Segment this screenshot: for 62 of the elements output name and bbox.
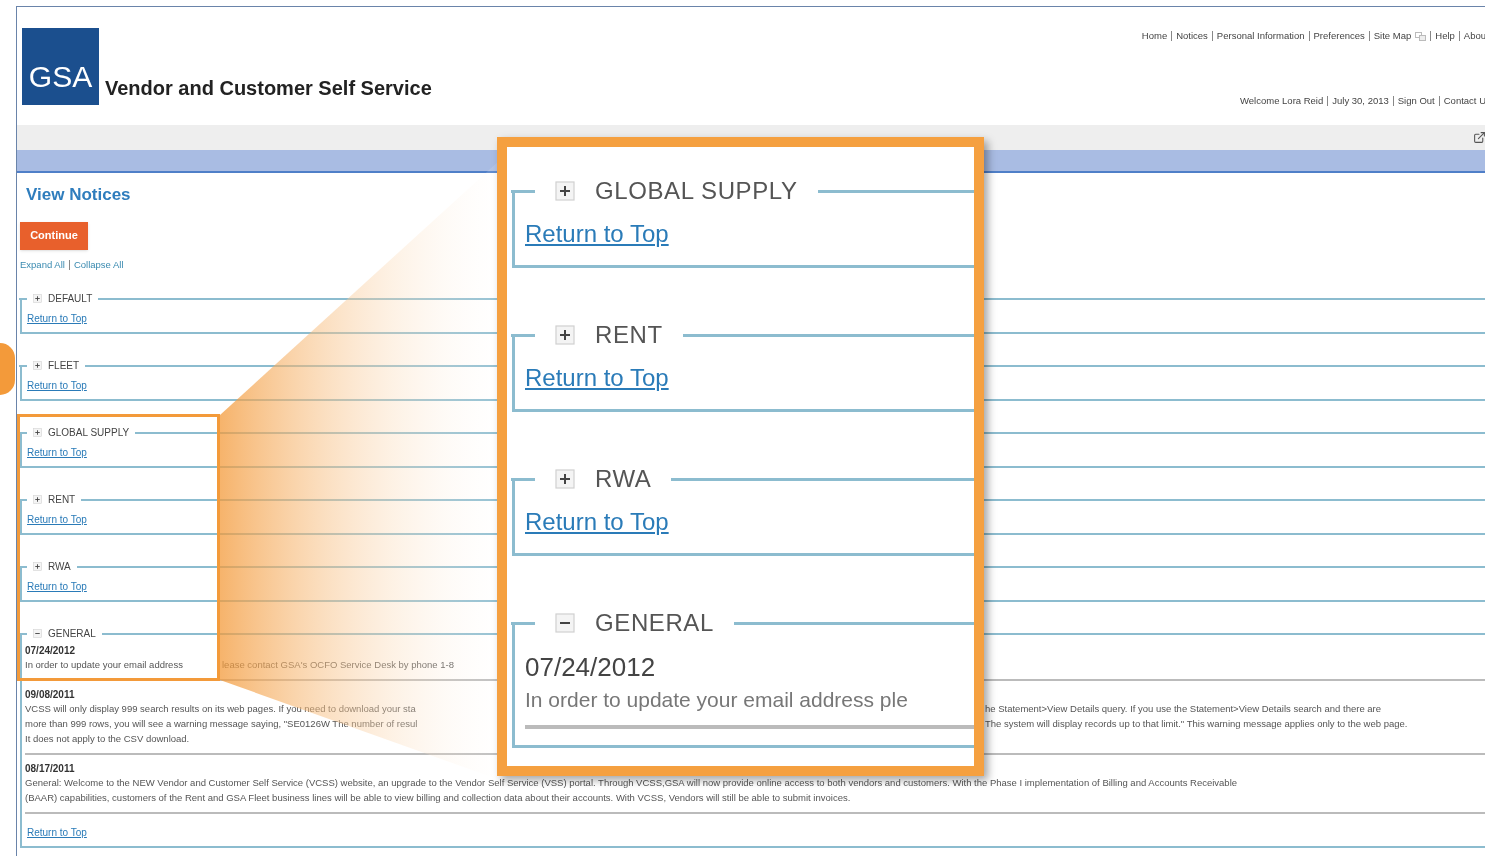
section-title: DEFAULT <box>48 292 93 307</box>
section-title: RWA <box>595 464 652 494</box>
logo: GSA <box>22 28 99 105</box>
notice-text: It does not apply to the CSV download. <box>25 732 190 747</box>
notice-date: 08/17/2011 <box>25 762 75 777</box>
return-to-top-link[interactable]: Return to Top <box>25 446 87 458</box>
return-to-top-link[interactable]: Return to Top <box>525 508 669 535</box>
section-title: FLEET <box>48 359 80 374</box>
plus-icon[interactable] <box>33 428 42 438</box>
header-text: July 30, 2013 <box>1332 94 1389 109</box>
nav-link[interactable]: Notices <box>1176 29 1208 44</box>
return-to-top-link[interactable]: Return to Top <box>25 513 87 525</box>
section-title: GENERAL <box>595 608 714 638</box>
sitemap-icon <box>1415 31 1427 41</box>
toggle-link[interactable]: Collapse All <box>73 257 124 272</box>
return-to-top-link[interactable]: Return to Top <box>525 364 669 391</box>
nav-link[interactable]: Help <box>1435 29 1455 44</box>
notice-text: more than 999 rows, you will see a warning message saying, "SE0126W The number of resul <box>25 718 418 730</box>
notice-text: In order to update your email address <box>25 659 183 671</box>
section-title: RWA <box>48 560 71 575</box>
section-title: GENERAL <box>48 627 96 642</box>
return-to-top-link[interactable]: Return to Top <box>25 826 87 838</box>
plus-icon[interactable] <box>33 562 42 572</box>
notice-text: he Statement>View Details query. If you use the Statement>View Details search and there are <box>985 703 1382 715</box>
plus-icon[interactable] <box>33 361 42 371</box>
notice-text: General: Welcome to the NEW Vendor and Customer Self Service (VCSS) website, an upgrade to the Vendor Self Service (VSS) portal. Through VCSS,GSA will now provide online access to both vendors and customers. With the Phase I implementation of Billing and Accounts Receivable <box>25 776 1238 791</box>
nav-link[interactable]: Site Map <box>1373 29 1412 44</box>
plus-icon[interactable] <box>33 294 42 304</box>
plus-icon[interactable] <box>555 181 575 201</box>
plus-icon[interactable] <box>555 325 575 345</box>
notice-date: 09/08/2011 <box>25 688 75 703</box>
return-to-top-link[interactable]: Return to Top <box>25 379 87 391</box>
page-title: View Notices <box>26 185 131 204</box>
section-title: GLOBAL SUPPLY <box>48 426 130 441</box>
section-title: RENT <box>595 320 663 350</box>
header-link[interactable]: Sign Out <box>1397 94 1435 109</box>
site-title: Vendor and Customer Self Service <box>105 76 432 101</box>
return-to-top-link[interactable]: Return to Top <box>25 580 87 592</box>
header-text: Welcome Lora Reid <box>1240 94 1324 109</box>
toggle-link[interactable]: Expand All <box>20 257 65 272</box>
notice-text: The system will display records up to that limit." This warning message applies only to the web page. <box>985 718 1408 730</box>
nav-link[interactable]: Personal Information <box>1216 29 1305 44</box>
continue-button[interactable]: Continue <box>20 221 88 250</box>
notice-text: VCSS will only display 999 search results on its web pages. If you need to download your sta <box>25 703 416 715</box>
header-link[interactable]: Contact U <box>1443 94 1485 109</box>
nav-link[interactable]: Abou <box>1463 29 1485 44</box>
minus-icon[interactable] <box>33 629 42 639</box>
section-title: GLOBAL SUPPLY <box>595 176 798 206</box>
return-to-top-link[interactable]: Return to Top <box>525 220 669 247</box>
section-title: RENT <box>48 493 76 508</box>
popout-icon[interactable] <box>1473 131 1485 144</box>
nav-link[interactable]: Home <box>1141 29 1168 44</box>
notice-text: (BAAR) capabilities, customers of the Rent and GSA Fleet business lines will be able to view billing and collection data about their accounts. With VCSS, Vendors will still be able to submit invoices. <box>25 791 851 806</box>
notice-date: 07/24/2012 <box>25 644 76 659</box>
callout-marker <box>0 343 15 395</box>
notice-text: In order to update your email address ple <box>525 687 909 713</box>
return-to-top-link[interactable]: Return to Top <box>25 312 87 324</box>
minus-icon[interactable] <box>555 613 575 633</box>
nav-link[interactable]: Preferences <box>1313 29 1365 44</box>
notice-date: 07/24/2012 <box>525 651 657 683</box>
plus-icon[interactable] <box>33 495 42 505</box>
plus-icon[interactable] <box>555 469 575 489</box>
